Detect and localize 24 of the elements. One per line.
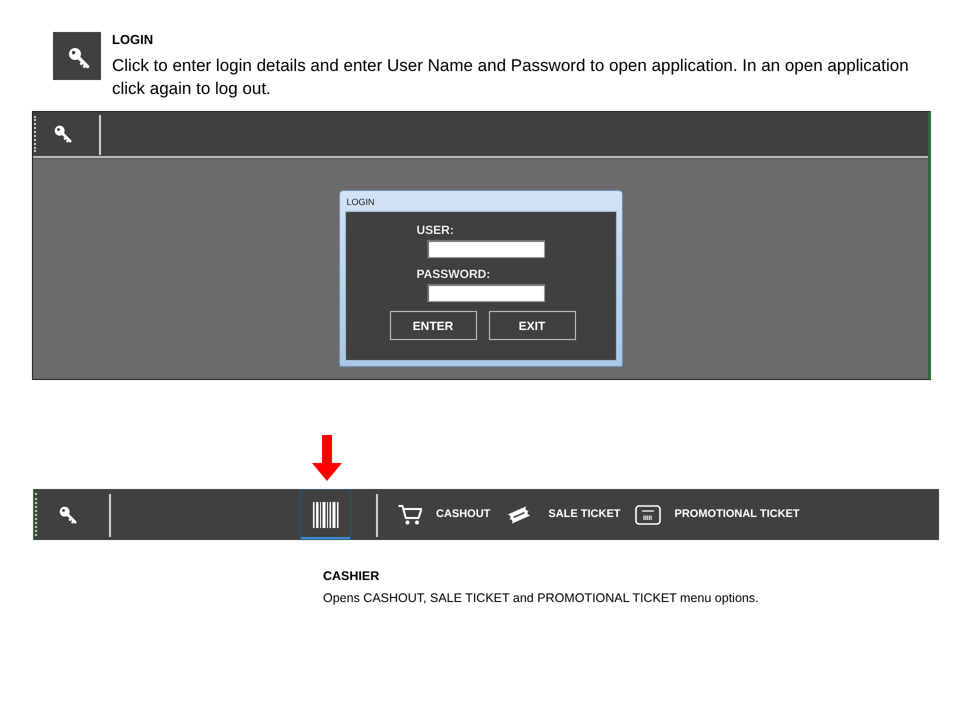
help-text: Opens CASHOUT, SALE TICKET and PROMOTIONAL TICKET menu options. xyxy=(323,590,759,607)
grip-icon xyxy=(34,116,37,152)
menu-item[interactable]: SALE TICKET xyxy=(504,504,621,526)
dialog-button[interactable]: ENTER xyxy=(390,311,476,340)
barcode-icon xyxy=(312,502,338,528)
field-label: PASSWORD: xyxy=(416,267,490,281)
help-text: Click to enter login details and enter User Name and Password to open application. In an open application click again to log out. xyxy=(112,55,910,100)
input-field[interactable] xyxy=(426,240,544,258)
grip-icon xyxy=(35,493,38,536)
key-icon xyxy=(53,124,73,144)
dialog-title: LOGIN xyxy=(346,196,375,209)
toolbar-button[interactable] xyxy=(300,489,351,540)
input-field[interactable] xyxy=(426,284,544,302)
help-title: LOGIN xyxy=(112,33,154,47)
menu-item[interactable]: PROMOTIONAL TICKET xyxy=(634,504,800,524)
cart-icon xyxy=(398,504,422,525)
help-title: CASHIER xyxy=(323,569,380,583)
down-arrow-icon xyxy=(312,435,342,481)
menu-item[interactable]: CASHOUT xyxy=(398,504,490,525)
dialog-button[interactable]: EXIT xyxy=(488,311,576,340)
coupon-icon xyxy=(634,504,661,524)
key-icon xyxy=(53,32,101,80)
key-icon xyxy=(58,504,78,524)
field-label: USER: xyxy=(416,223,454,237)
